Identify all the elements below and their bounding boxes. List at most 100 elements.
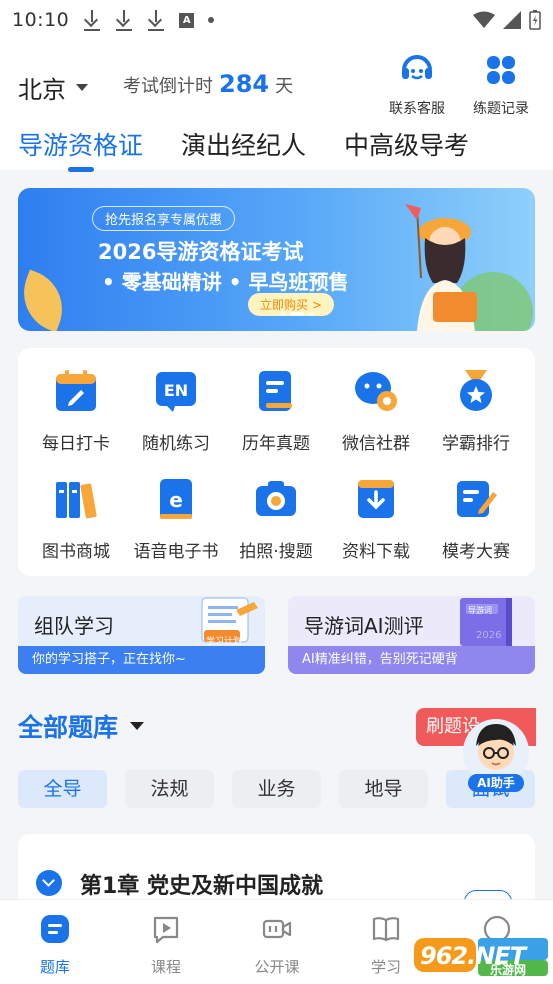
book-year: 2026 — [476, 630, 502, 641]
camera-icon — [256, 481, 296, 516]
exam-edit-icon — [457, 481, 497, 517]
grid-label: 图书商城 — [42, 542, 110, 562]
caret-down-icon — [130, 722, 145, 730]
contact-service-label: 联系客服 — [389, 101, 445, 117]
medal-icon — [460, 370, 492, 411]
more-dot-icon — [208, 17, 215, 23]
chip-regulations[interactable]: 法规 — [125, 770, 214, 808]
tab-performance-agent[interactable]: 演出经纪人 — [181, 126, 306, 162]
practice-records-label: 练题记录 — [473, 101, 529, 117]
grid-label: 每日打卡 — [42, 434, 110, 454]
city-selector[interactable]: 北京 — [18, 70, 88, 105]
team-study-card[interactable]: 组队学习 学习计划 你的学习搭子，正在找你~ — [18, 596, 265, 674]
status-notification-icons: A — [83, 9, 215, 31]
chip-all-guide[interactable]: 全导 — [18, 770, 107, 808]
banner-headline: 2026导游资格证考试 — [98, 240, 304, 264]
wifi-icon — [473, 11, 495, 28]
promo-banner[interactable]: 抢先报名享专属优惠 2026导游资格证考试 • 零基础精讲 • 早鸟班预售 立即… — [18, 188, 535, 331]
countdown-suffix: 天 — [275, 76, 294, 97]
tab-advanced-guide[interactable]: 中高级导考 — [344, 126, 469, 162]
grid-item-bookstore[interactable]: 图书商城 — [26, 476, 126, 562]
nav-label: 题库 — [39, 958, 70, 976]
signal-icon — [503, 11, 521, 29]
a-badge-icon: A — [179, 12, 195, 28]
grid-item-leaderboard[interactable]: 学霸排行 — [426, 368, 526, 454]
book-open-icon — [372, 917, 400, 942]
calendar-pen-icon — [56, 370, 96, 411]
chapter-title: 第1章 党史及新中国成就 — [80, 874, 323, 899]
document-icon — [259, 371, 292, 411]
nav-label: 公开课 — [254, 958, 300, 976]
banner-subheadline: • 零基础精讲 • 早鸟班预售 — [102, 270, 349, 294]
site-watermark: 962.NET 乐游网 — [412, 932, 550, 982]
practice-records-button[interactable]: 练题记录 — [466, 52, 536, 118]
countdown-prefix: 考试倒计时 — [123, 76, 213, 97]
ai-commentary-subtitle: AI精准纠错，告别死记硬背 — [288, 646, 535, 674]
all-question-bank-dropdown[interactable]: 全部题库 — [18, 708, 145, 744]
watermark-sub: 乐游网 — [490, 963, 527, 977]
leaf-decoration — [18, 269, 74, 331]
svg-text:EN: EN — [164, 381, 188, 400]
grid-item-photo-search[interactable]: 拍照·搜题 — [226, 476, 326, 562]
nav-open-courses[interactable]: 公开课 — [237, 914, 317, 977]
wechat-icon — [355, 372, 397, 411]
grid-item-past-exams[interactable]: 历年真题 — [226, 368, 326, 454]
caret-down-icon — [76, 84, 88, 91]
grid-label: 资料下载 — [342, 542, 410, 562]
nav-courses[interactable]: 课程 — [126, 914, 206, 977]
contact-service-button[interactable]: 联系客服 — [382, 52, 452, 118]
subject-filter: 全导 法规 业务 地导 面试 — [18, 770, 535, 808]
download-icon — [358, 480, 394, 518]
grid-item-wechat-group[interactable]: 微信社群 — [326, 368, 426, 454]
tab-tour-guide[interactable]: 导游资格证 — [18, 126, 143, 162]
grid-item-random-practice[interactable]: EN 随机练习 — [126, 368, 226, 454]
play-icon — [153, 916, 179, 944]
video-icon — [262, 919, 292, 939]
books-icon — [56, 482, 97, 519]
question-bank-icon — [41, 915, 69, 943]
guide-girl-illustration — [405, 204, 533, 331]
ai-assistant-label: AI助手 — [477, 776, 515, 790]
grid-label: 模考大赛 — [442, 542, 510, 562]
ebook-icon: e — [160, 479, 192, 519]
ai-commentary-card[interactable]: 导游词AI测评 导游词 2026 AI精准纠错，告别死记硬背 — [288, 596, 535, 674]
chevron-down-icon[interactable] — [36, 870, 62, 896]
ai-commentary-title: 导游词AI测评 — [304, 614, 424, 638]
ai-assistant-button[interactable]: AI助手 — [460, 718, 532, 794]
question-bank-title: 全部题库 — [18, 713, 119, 742]
app-header: 北京 考试倒计时 284 天 联系客服 练题记录 导游资格证 演出经纪人 中高级… — [0, 40, 553, 170]
countdown-days: 284 — [219, 70, 270, 98]
grid-label: 随机练习 — [142, 434, 210, 454]
grid-item-material-download[interactable]: 资料下载 — [326, 476, 426, 562]
download-icon — [83, 9, 101, 31]
banner-pill: 抢先报名享专属优惠 — [92, 206, 236, 231]
grid-item-mock-contest[interactable]: 模考大赛 — [426, 476, 526, 562]
grid-label: 学霸排行 — [442, 434, 510, 454]
grid-label: 语音电子书 — [133, 542, 219, 562]
chip-local-guide[interactable]: 地导 — [339, 770, 428, 808]
feature-grid: 每日打卡 EN 随机练习 历年真题 微信社群 学霸排行 图书商城 e 语音电子书… — [18, 348, 535, 576]
status-bar: 10:10 A — [0, 0, 553, 40]
team-study-subtitle: 你的学习搭子，正在找你~ — [18, 646, 265, 674]
grid-item-audio-ebook[interactable]: e 语音电子书 — [126, 476, 226, 562]
nav-question-bank[interactable]: 题库 — [15, 914, 95, 977]
city-label: 北京 — [18, 76, 66, 104]
nav-label: 课程 — [150, 958, 181, 976]
headset-icon — [402, 55, 432, 80]
download-icon — [147, 9, 165, 31]
download-icon — [115, 9, 133, 31]
book-title: 导游词 — [468, 606, 492, 615]
battery-icon — [529, 10, 541, 30]
exam-tabs: 导游资格证 演出经纪人 中高级导考 — [18, 126, 469, 162]
status-time: 10:10 — [12, 9, 70, 31]
chip-business[interactable]: 业务 — [232, 770, 321, 808]
grid-label: 微信社群 — [342, 434, 410, 454]
team-study-title: 组队学习 — [34, 614, 114, 638]
status-system-icons — [473, 10, 541, 30]
grid-label: 拍照·搜题 — [239, 542, 313, 562]
grid-item-daily-checkin[interactable]: 每日打卡 — [26, 368, 126, 454]
four-petal-icon — [487, 56, 515, 84]
svg-text:e: e — [169, 488, 183, 512]
exam-countdown: 考试倒计时 284 天 — [123, 70, 293, 98]
carousel-indicator — [280, 312, 314, 316]
